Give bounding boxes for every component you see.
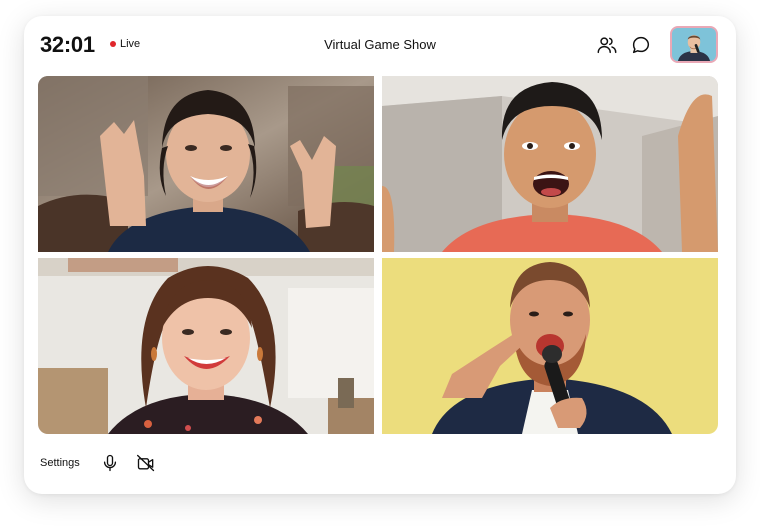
participant-tile-4[interactable]: [382, 258, 718, 434]
participant-tile-2[interactable]: [382, 76, 718, 252]
participant-tile-1[interactable]: [38, 76, 374, 252]
settings-button[interactable]: Settings: [40, 457, 80, 469]
camera-off-icon[interactable]: [136, 453, 156, 473]
microphone-icon[interactable]: [100, 453, 120, 473]
call-controls: Settings: [40, 452, 172, 474]
video-grid: [38, 76, 718, 434]
video-call-window: 32:01 Live Virtual Game Show Settings: [24, 16, 736, 494]
participants-icon[interactable]: [596, 34, 618, 56]
participant-tile-3[interactable]: [38, 258, 374, 434]
chat-icon[interactable]: [630, 34, 652, 56]
self-view-avatar[interactable]: [670, 26, 718, 63]
